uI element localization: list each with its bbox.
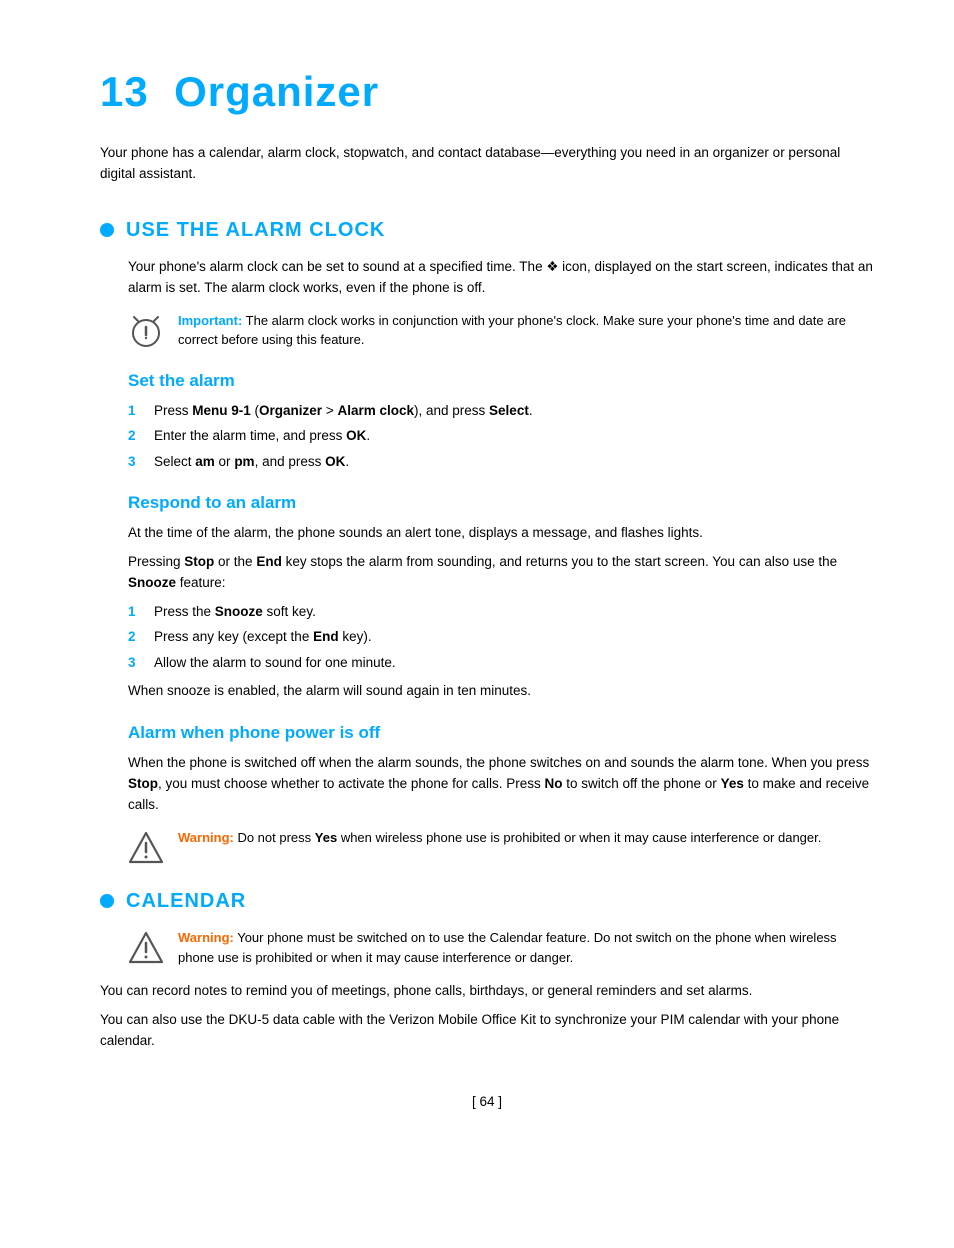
set-alarm-subsection: Set the alarm 1 Press Menu 9-1 (Organize… xyxy=(100,368,874,472)
step-text: Enter the alarm time, and press OK. xyxy=(154,426,370,446)
warning-notice-calendar: Warning: Your phone must be switched on … xyxy=(100,928,874,967)
warning-label: Warning: xyxy=(178,830,234,845)
step-number: 2 xyxy=(128,627,148,647)
page-number-container: [ 64 ] xyxy=(100,1092,874,1112)
alarm-clock-title: USE THE ALARM CLOCK xyxy=(126,215,385,245)
respond-alarm-heading: Respond to an alarm xyxy=(128,490,874,516)
step-item: 2 Enter the alarm time, and press OK. xyxy=(128,426,874,446)
important-notice-text: Important: The alarm clock works in conj… xyxy=(178,311,874,350)
respond-alarm-para2: Pressing Stop or the End key stops the a… xyxy=(128,552,874,594)
step-number: 3 xyxy=(128,452,148,472)
snooze-note: When snooze is enabled, the alarm will s… xyxy=(128,681,874,702)
step-text: Press any key (except the End key). xyxy=(154,627,372,647)
bullet-icon xyxy=(100,894,114,908)
step-text: Select am or pm, and press OK. xyxy=(154,452,349,472)
respond-alarm-para1: At the time of the alarm, the phone soun… xyxy=(128,523,874,544)
alarm-clock-description: Your phone's alarm clock can be set to s… xyxy=(100,257,874,299)
calendar-title: CALENDAR xyxy=(126,886,246,916)
step-item: 1 Press the Snooze soft key. xyxy=(128,602,874,622)
calendar-para2: You can also use the DKU-5 data cable wi… xyxy=(100,1010,874,1052)
important-label: Important: xyxy=(178,313,242,328)
set-alarm-heading: Set the alarm xyxy=(128,368,874,394)
step-number: 1 xyxy=(128,602,148,622)
alarm-clock-heading: USE THE ALARM CLOCK xyxy=(100,215,874,245)
step-text: Press the Snooze soft key. xyxy=(154,602,316,622)
step-number: 3 xyxy=(128,653,148,673)
bullet-icon xyxy=(100,223,114,237)
chapter-number: 13 xyxy=(100,68,149,115)
step-item: 3 Select am or pm, and press OK. xyxy=(128,452,874,472)
respond-alarm-subsection: Respond to an alarm At the time of the a… xyxy=(100,490,874,702)
set-alarm-steps: 1 Press Menu 9-1 (Organizer > Alarm cloc… xyxy=(128,401,874,472)
calendar-heading: CALENDAR xyxy=(100,886,874,916)
step-number: 2 xyxy=(128,426,148,446)
chapter-title: 13 Organizer xyxy=(100,60,874,123)
page-number: [ 64 ] xyxy=(472,1094,502,1109)
step-item: 3 Allow the alarm to sound for one minut… xyxy=(128,653,874,673)
warning-notice-alarm: Warning: Do not press Yes when wireless … xyxy=(128,828,874,866)
warning-icon xyxy=(128,930,164,966)
warning-icon xyxy=(128,830,164,866)
calendar-para1: You can record notes to remind you of me… xyxy=(100,981,874,1002)
step-number: 1 xyxy=(128,401,148,421)
chapter-name: Organizer xyxy=(174,68,379,115)
step-item: 1 Press Menu 9-1 (Organizer > Alarm cloc… xyxy=(128,401,874,421)
step-text: Press Menu 9-1 (Organizer > Alarm clock)… xyxy=(154,401,533,421)
important-notice: Important: The alarm clock works in conj… xyxy=(100,311,874,350)
calendar-section: CALENDAR Warning: Your phone must be swi… xyxy=(100,886,874,1052)
warning-notice-text: Warning: Do not press Yes when wireless … xyxy=(178,828,821,848)
calendar-warning-text: Warning: Your phone must be switched on … xyxy=(178,928,874,967)
alarm-power-off-heading: Alarm when phone power is off xyxy=(128,720,874,746)
alarm-icon xyxy=(128,313,164,349)
step-text: Allow the alarm to sound for one minute. xyxy=(154,653,396,673)
alarm-clock-section: USE THE ALARM CLOCK Your phone's alarm c… xyxy=(100,215,874,866)
respond-alarm-steps: 1 Press the Snooze soft key. 2 Press any… xyxy=(128,602,874,673)
alarm-power-off-para: When the phone is switched off when the … xyxy=(128,753,874,816)
step-item: 2 Press any key (except the End key). xyxy=(128,627,874,647)
intro-paragraph: Your phone has a calendar, alarm clock, … xyxy=(100,143,874,185)
alarm-power-off-subsection: Alarm when phone power is off When the p… xyxy=(100,720,874,866)
warning-label: Warning: xyxy=(178,930,234,945)
